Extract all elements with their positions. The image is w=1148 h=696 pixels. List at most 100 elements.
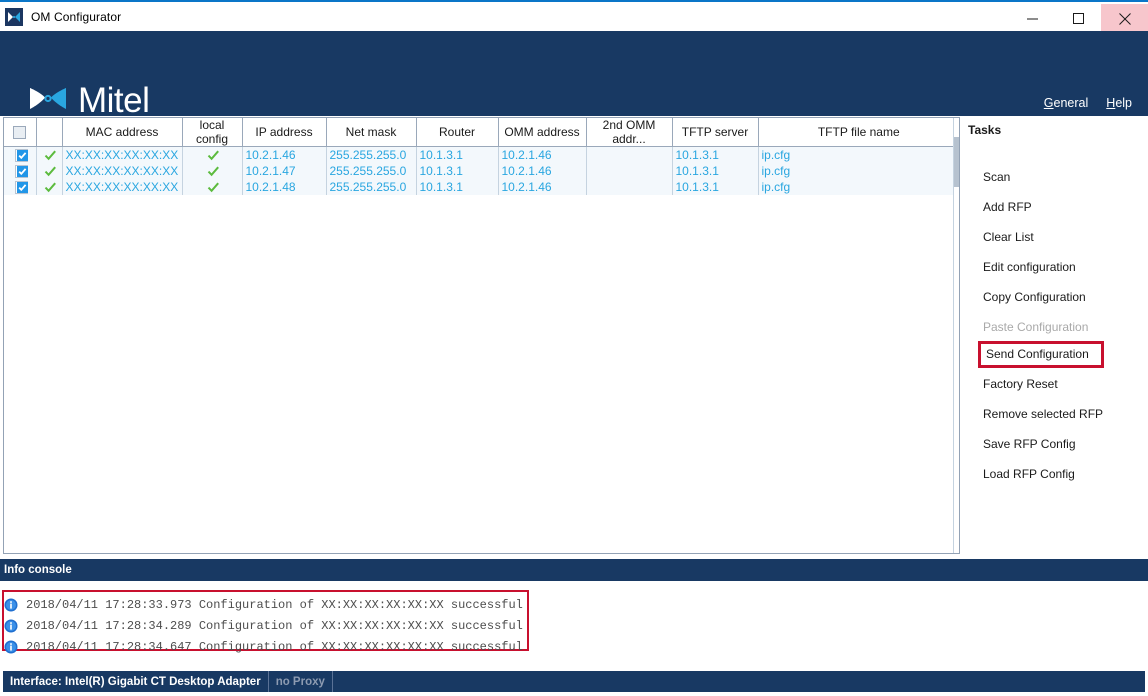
row-tftp-file-cell: ip.cfg <box>758 178 959 195</box>
task-scan[interactable]: Scan <box>963 162 1148 192</box>
status-strip: Interface: Intel(R) Gigabit CT Desktop A… <box>3 671 1145 692</box>
mitel-logo-text: Mitel <box>78 81 150 120</box>
maximize-button[interactable] <box>1055 4 1101 33</box>
row-status-cell <box>36 178 63 195</box>
row-status-cell <box>36 162 63 179</box>
log-entry-text: 2018/04/11 17:28:34.647 Configuration of… <box>26 639 523 654</box>
column-header-router[interactable]: Router <box>416 118 499 147</box>
scrollbar-thumb[interactable] <box>954 137 959 187</box>
row-tftp-server-cell: 10.1.3.1 <box>672 146 759 163</box>
row-omm2-cell <box>586 146 673 163</box>
column-header-netmask[interactable]: Net mask <box>326 118 417 147</box>
tasks-list: Scan Add RFP Clear List Edit configurati… <box>963 162 1148 489</box>
task-remove-selected-rfp[interactable]: Remove selected RFP <box>963 399 1148 429</box>
column-header-omm2[interactable]: 2nd OMM addr... <box>586 118 673 147</box>
info-console-header: Info console <box>0 559 1148 581</box>
row-checkbox[interactable] <box>14 180 28 194</box>
row-checkbox[interactable] <box>14 164 28 178</box>
row-local-config-cell <box>182 146 243 163</box>
table-row[interactable]: XX:XX:XX:XX:XX:XX 10.2.1.47 255.255.255.… <box>4 162 959 179</box>
row-tftp-server-cell: 10.1.3.1 <box>672 162 759 179</box>
column-header-ip[interactable]: IP address <box>242 118 327 147</box>
tasks-panel-title: Tasks <box>968 123 1002 137</box>
task-clear-list[interactable]: Clear List <box>963 222 1148 252</box>
task-paste-configuration: Paste Configuration <box>983 320 1089 334</box>
task-factory-reset[interactable]: Factory Reset <box>963 369 1148 399</box>
info-icon <box>4 598 18 612</box>
row-router-cell: 10.1.3.1 <box>416 146 499 163</box>
row-status-cell <box>36 146 63 163</box>
help-menu-link[interactable]: Help <box>1106 96 1132 110</box>
select-all-checkbox[interactable] <box>13 126 27 140</box>
table-row[interactable]: XX:XX:XX:XX:XX:XX 10.2.1.46 255.255.255.… <box>4 146 959 163</box>
green-check-icon <box>207 165 220 178</box>
row-netmask-cell: 255.255.255.0 <box>326 162 417 179</box>
title-bar: OM Configurator <box>0 0 1148 33</box>
rfp-device-table-container: MAC address local config IP address Net … <box>3 117 960 554</box>
row-netmask-cell: 255.255.255.0 <box>326 178 417 195</box>
window-controls <box>1009 4 1148 33</box>
column-header-omm[interactable]: OMM address <box>498 118 587 147</box>
log-entry-text: 2018/04/11 17:28:34.289 Configuration of… <box>26 618 523 633</box>
task-add-rfp[interactable]: Add RFP <box>963 192 1148 222</box>
status-interface: Interface: Intel(R) Gigabit CT Desktop A… <box>3 671 269 692</box>
row-local-config-cell <box>182 162 243 179</box>
om-configurator-window: OM Configurator Mitel General Help MAC a… <box>0 0 1148 696</box>
mitel-bowtie-logo-icon <box>28 86 68 116</box>
row-ip-cell: 10.2.1.46 <box>242 146 327 163</box>
info-icon <box>4 640 18 654</box>
row-tftp-file-cell: ip.cfg <box>758 146 959 163</box>
task-copy-configuration[interactable]: Copy Configuration <box>963 282 1148 312</box>
task-send-configuration[interactable]: Send Configuration <box>978 341 1104 368</box>
row-omm2-cell <box>586 162 673 179</box>
row-mac-cell: XX:XX:XX:XX:XX:XX <box>62 178 183 195</box>
row-router-cell: 10.1.3.1 <box>416 178 499 195</box>
close-button[interactable] <box>1101 4 1148 33</box>
row-tftp-server-cell: 10.1.3.1 <box>672 178 759 195</box>
task-save-rfp-config[interactable]: Save RFP Config <box>963 429 1148 459</box>
status-proxy: no Proxy <box>269 671 333 692</box>
row-ip-cell: 10.2.1.47 <box>242 162 327 179</box>
column-header-status[interactable] <box>36 118 63 147</box>
window-title: OM Configurator <box>31 9 122 24</box>
minimize-button[interactable] <box>1009 4 1055 33</box>
row-mac-cell: XX:XX:XX:XX:XX:XX <box>62 146 183 163</box>
row-omm-cell: 10.2.1.46 <box>498 178 587 195</box>
task-edit-configuration[interactable]: Edit configuration <box>963 252 1148 282</box>
row-checkbox[interactable] <box>14 148 28 162</box>
row-select-cell[interactable] <box>4 162 37 179</box>
row-select-cell[interactable] <box>4 146 37 163</box>
table-vertical-scrollbar[interactable] <box>953 118 959 553</box>
task-load-rfp-config[interactable]: Load RFP Config <box>963 459 1148 489</box>
row-local-config-cell <box>182 178 243 195</box>
log-entry: 2018/04/11 17:28:33.973 Configuration of… <box>4 594 523 615</box>
table-header-row: MAC address local config IP address Net … <box>4 118 959 147</box>
row-router-cell: 10.1.3.1 <box>416 162 499 179</box>
row-tftp-file-cell: ip.cfg <box>758 162 959 179</box>
general-menu-link[interactable]: General <box>1044 96 1088 110</box>
row-select-cell[interactable] <box>4 178 37 195</box>
tasks-panel: Tasks Scan Add RFP Clear List Edit confi… <box>963 117 1148 554</box>
column-header-mac[interactable]: MAC address <box>62 118 183 147</box>
log-entry: 2018/04/11 17:28:34.289 Configuration of… <box>4 615 523 636</box>
table-row[interactable]: XX:XX:XX:XX:XX:XX 10.2.1.48 255.255.255.… <box>4 178 959 195</box>
header-links: General Help <box>1044 96 1132 110</box>
column-header-tftp-server[interactable]: TFTP server <box>672 118 759 147</box>
row-omm-cell: 10.2.1.46 <box>498 146 587 163</box>
rfp-device-table: MAC address local config IP address Net … <box>4 118 959 195</box>
green-check-icon <box>207 181 220 194</box>
row-mac-cell: XX:XX:XX:XX:XX:XX <box>62 162 183 179</box>
row-omm2-cell <box>586 178 673 195</box>
column-header-select[interactable] <box>4 118 37 147</box>
row-ip-cell: 10.2.1.48 <box>242 178 327 195</box>
mitel-app-icon <box>5 7 23 26</box>
log-entry: 2018/04/11 17:28:34.647 Configuration of… <box>4 636 523 657</box>
brand-header: Mitel General Help <box>0 31 1148 120</box>
column-header-local-config[interactable]: local config <box>182 118 243 147</box>
status-spacer <box>333 671 1145 692</box>
green-check-icon <box>44 181 57 194</box>
info-console-body[interactable]: 2018/04/11 17:28:33.973 Configuration of… <box>0 581 1148 663</box>
column-header-tftp-file[interactable]: TFTP file name <box>758 118 959 147</box>
status-bar: Interface: Intel(R) Gigabit CT Desktop A… <box>0 663 1148 696</box>
green-check-icon <box>44 165 57 178</box>
